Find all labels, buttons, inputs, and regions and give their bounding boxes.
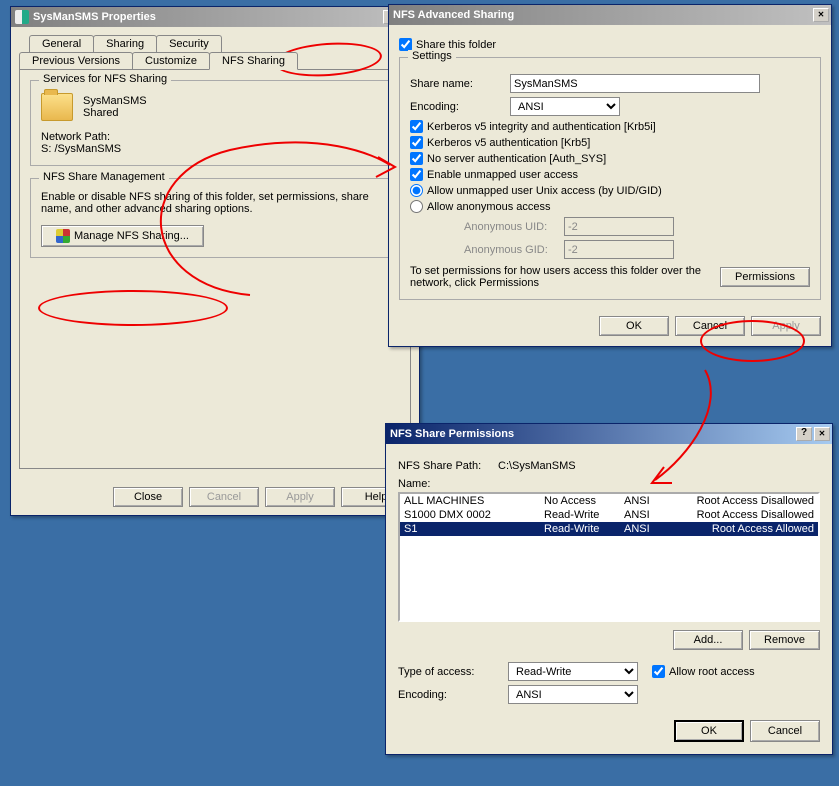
permissions-titlebar[interactable]: NFS Share Permissions ? xyxy=(386,424,832,444)
share-this-folder-checkbox[interactable]: Share this folder xyxy=(399,38,821,51)
allow-anon-radio[interactable]: Allow anonymous access xyxy=(410,200,810,213)
apply-button-2: Apply xyxy=(751,316,821,336)
allow-anon-label: Allow anonymous access xyxy=(427,201,551,213)
name-label: Name: xyxy=(398,478,820,490)
add-button[interactable]: Add... xyxy=(673,630,743,650)
list-item[interactable]: S1000 DMX 0002 Read-Write ANSI Root Acce… xyxy=(400,508,818,522)
anon-gid-input xyxy=(564,240,674,259)
nfs-sharing-panel: Services for NFS Sharing SysManSMS Share… xyxy=(19,69,411,469)
tab-general[interactable]: General xyxy=(29,35,94,52)
close-icon[interactable] xyxy=(813,8,829,22)
permissions-button[interactable]: Permissions xyxy=(720,267,810,287)
mgmt-group-title: NFS Share Management xyxy=(39,171,169,183)
krb5-label: Kerberos v5 authentication [Krb5] xyxy=(427,137,590,149)
tab-strip: General Sharing Security Previous Versio… xyxy=(19,35,411,69)
settings-groupbox: Settings Share name: Encoding: ANSI Kerb… xyxy=(399,57,821,300)
encoding-label-2: Encoding: xyxy=(398,689,508,701)
encoding-select-1[interactable]: ANSI xyxy=(510,97,620,116)
settings-group-title: Settings xyxy=(408,50,456,62)
encoding-label-1: Encoding: xyxy=(410,101,510,113)
folder-status: Shared xyxy=(83,107,147,119)
properties-dialog: SysManSMS Properties ? General Sharing S… xyxy=(10,6,420,516)
tab-security[interactable]: Security xyxy=(156,35,222,52)
close-button[interactable]: Close xyxy=(113,487,183,507)
share-name-label: Share name: xyxy=(410,78,510,90)
advanced-titlebar[interactable]: NFS Advanced Sharing xyxy=(389,5,831,25)
anon-gid-label: Anonymous GID: xyxy=(464,244,564,256)
permissions-listbox[interactable]: ALL MACHINES No Access ANSI Root Access … xyxy=(398,492,820,622)
allow-uid-radio[interactable]: Allow unmapped user Unix access (by UID/… xyxy=(410,184,810,197)
ok-button-1[interactable]: OK xyxy=(599,316,669,336)
ok-button-2[interactable]: OK xyxy=(674,720,744,742)
cancel-button-2[interactable]: Cancel xyxy=(675,316,745,336)
encoding-select-2[interactable]: ANSI xyxy=(508,685,638,704)
manage-nfs-sharing-button[interactable]: Manage NFS Sharing... xyxy=(41,225,204,247)
permissions-title: NFS Share Permissions xyxy=(390,428,794,440)
krb5i-checkbox[interactable]: Kerberos v5 integrity and authentication… xyxy=(410,120,810,133)
share-this-label: Share this folder xyxy=(416,39,496,51)
mgmt-description: Enable or disable NFS sharing of this fo… xyxy=(41,191,389,215)
auth-sys-label: No server authentication [Auth_SYS] xyxy=(427,153,606,165)
auth-sys-checkbox[interactable]: No server authentication [Auth_SYS] xyxy=(410,152,810,165)
advanced-title: NFS Advanced Sharing xyxy=(393,9,811,21)
shield-icon xyxy=(56,229,70,243)
folder-small-icon xyxy=(15,10,29,24)
network-path-label: Network Path: xyxy=(41,131,389,143)
cancel-button-1: Cancel xyxy=(189,487,259,507)
close-icon[interactable] xyxy=(814,427,830,441)
properties-button-row: Close Cancel Apply Help xyxy=(11,479,419,515)
tab-customize[interactable]: Customize xyxy=(132,52,210,69)
advanced-sharing-dialog: NFS Advanced Sharing Share this folder S… xyxy=(388,4,832,347)
enable-unmapped-checkbox[interactable]: Enable unmapped user access xyxy=(410,168,810,181)
tab-previous-versions[interactable]: Previous Versions xyxy=(19,52,133,69)
properties-title: SysManSMS Properties xyxy=(33,11,381,23)
services-groupbox: Services for NFS Sharing SysManSMS Share… xyxy=(30,80,400,166)
allow-root-label: Allow root access xyxy=(669,666,755,678)
krb5i-label: Kerberos v5 integrity and authentication… xyxy=(427,121,656,133)
permissions-text: To set permissions for how users access … xyxy=(410,265,720,289)
krb5-checkbox[interactable]: Kerberos v5 authentication [Krb5] xyxy=(410,136,810,149)
share-permissions-dialog: NFS Share Permissions ? NFS Share Path: … xyxy=(385,423,833,755)
nfs-path-value: C:\SysManSMS xyxy=(498,460,576,472)
enable-unmapped-label: Enable unmapped user access xyxy=(427,169,578,181)
type-of-access-label: Type of access: xyxy=(398,666,508,678)
folder-icon xyxy=(41,93,73,121)
nfs-path-label: NFS Share Path: xyxy=(398,460,498,472)
remove-button[interactable]: Remove xyxy=(749,630,820,650)
manage-btn-label: Manage NFS Sharing... xyxy=(74,230,189,242)
share-name-input[interactable] xyxy=(510,74,760,93)
anon-uid-label: Anonymous UID: xyxy=(464,221,564,233)
help-icon[interactable]: ? xyxy=(796,427,812,441)
tab-nfs-sharing[interactable]: NFS Sharing xyxy=(209,52,298,70)
cancel-button-3[interactable]: Cancel xyxy=(750,720,820,742)
allow-root-checkbox[interactable]: Allow root access xyxy=(652,665,755,678)
folder-name: SysManSMS xyxy=(83,95,147,107)
services-group-title: Services for NFS Sharing xyxy=(39,73,171,85)
tab-sharing[interactable]: Sharing xyxy=(93,35,157,52)
network-path-value: S: /SysManSMS xyxy=(41,143,389,155)
list-item[interactable]: S1 Read-Write ANSI Root Access Allowed xyxy=(400,522,818,536)
mgmt-groupbox: NFS Share Management Enable or disable N… xyxy=(30,178,400,258)
list-item[interactable]: ALL MACHINES No Access ANSI Root Access … xyxy=(400,494,818,508)
apply-button-1: Apply xyxy=(265,487,335,507)
allow-uid-label: Allow unmapped user Unix access (by UID/… xyxy=(427,185,662,197)
anon-uid-input xyxy=(564,217,674,236)
type-of-access-select[interactable]: Read-Write xyxy=(508,662,638,681)
properties-titlebar[interactable]: SysManSMS Properties ? xyxy=(11,7,419,27)
